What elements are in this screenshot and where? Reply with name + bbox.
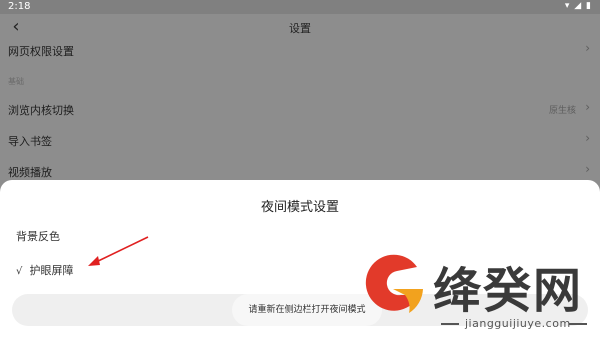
settings-row-value: 原生核: [548, 106, 576, 116]
annotation-arrow-icon: [88, 236, 149, 266]
chevron-right-icon: ›: [585, 41, 590, 55]
option-label: 护眼屏障: [29, 264, 74, 277]
sheet-title: 夜间模式设置: [260, 200, 339, 215]
status-icons: ▾ ◢ ▮: [565, 1, 592, 11]
watermark-logo-icon: [365, 254, 423, 313]
watermark: 绛癸网 jiangguijiuye.com: [355, 245, 600, 338]
settings-row-label: 网页权限设置: [8, 45, 74, 58]
settings-row-web-permissions[interactable]: 网页权限设置 ›: [0, 36, 600, 64]
settings-row-label: 浏览内核切换: [8, 104, 74, 117]
settings-row-import-bookmarks[interactable]: 导入书签 ›: [0, 126, 600, 154]
chevron-right-icon: ›: [585, 162, 590, 176]
settings-row-label: 导入书签: [8, 135, 52, 148]
checkmark-icon: √: [16, 266, 23, 277]
status-time: 2:18: [8, 1, 31, 12]
option-eye-protection[interactable]: √ 护眼屏障: [16, 262, 74, 278]
watermark-url: jiangguijiuye.com: [465, 317, 571, 330]
option-label: 背景反色: [16, 230, 60, 243]
option-invert-background[interactable]: 背景反色: [16, 228, 60, 244]
page-title: 设置: [289, 22, 311, 35]
watermark-dash: [441, 323, 459, 325]
status-bar: 2:18 ▾ ◢ ▮: [0, 0, 600, 14]
section-label: 基础: [8, 77, 24, 86]
watermark-dash: [569, 323, 587, 325]
signal-icon: ◢: [574, 1, 583, 11]
settings-row-label: 视频播放: [8, 166, 52, 179]
battery-icon: ▮: [586, 1, 592, 11]
chevron-right-icon: ›: [585, 131, 590, 145]
chevron-right-icon: ›: [585, 100, 590, 114]
wifi-icon: ▾: [564, 1, 571, 11]
watermark-brand: 绛癸网: [433, 263, 584, 319]
settings-row-kernel[interactable]: 浏览内核切换 原生核 ›: [0, 95, 600, 123]
